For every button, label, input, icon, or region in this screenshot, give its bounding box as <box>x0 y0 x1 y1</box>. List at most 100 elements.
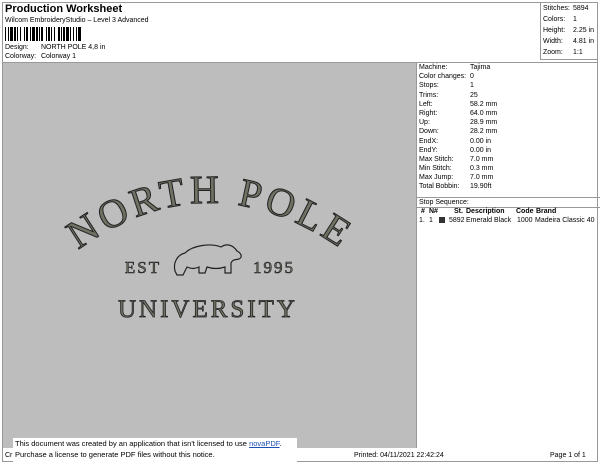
printed-date: Printed: 04/11/2021 22:42:24 <box>354 452 444 459</box>
barcode-bar <box>54 27 55 41</box>
machine-info-row: EndY: 0.00 in <box>417 146 598 155</box>
barcode-bar <box>20 27 21 41</box>
notice-text: This document was created by an applicat… <box>15 439 250 448</box>
row-description: Emerald Black <box>466 217 512 224</box>
col-num: N# <box>429 208 438 215</box>
stop-sequence-title: Stop Sequence: <box>417 197 600 208</box>
machine-info-row: EndX: 0.00 in <box>417 137 598 146</box>
col-code: Code <box>516 208 534 215</box>
machine-info-value: 58.2 mm <box>470 100 498 108</box>
machine-info-value: 1 <box>470 82 474 90</box>
barcode-bar <box>51 27 52 41</box>
machine-info-value: 0.00 in <box>470 146 492 154</box>
stitches-value: 5894 <box>573 5 589 12</box>
colors-label: Colors: <box>543 16 566 23</box>
design-est-text: EST <box>125 258 161 277</box>
barcode-bar <box>36 27 38 41</box>
height-value: 2.25 in <box>573 27 595 34</box>
design-value: NORTH POLE 4,8 in <box>40 44 106 51</box>
row-num: 1 <box>429 217 433 224</box>
footer-left: Cr <box>5 452 13 459</box>
barcode-bar <box>14 27 16 41</box>
machine-info-value: 7.0 mm <box>470 155 494 163</box>
machine-info-row: Right: 64.0 mm <box>417 109 598 118</box>
machine-info-label: Down: <box>419 128 439 136</box>
machine-info-row: Stops: 1 <box>417 81 598 90</box>
zoom-value: 1:1 <box>573 49 583 56</box>
machine-info-row: Machine: Tajima <box>417 63 598 72</box>
barcode-bar <box>30 27 31 41</box>
polar-bear-icon <box>173 244 242 276</box>
machine-info-row: Up: 28.9 mm <box>417 118 598 127</box>
page-title: Production Worksheet <box>5 3 123 15</box>
notice-period: . <box>279 439 282 448</box>
height-row: Height: 2.25 in <box>543 25 596 36</box>
barcode-bar <box>41 27 43 41</box>
colorway-value: Colorway 1 <box>40 53 76 60</box>
barcode-bar <box>10 27 13 41</box>
novapdf-link[interactable]: novaPDF <box>249 439 279 448</box>
row-brand: Madeira Classic 40 <box>535 217 595 224</box>
machine-info-value: 0.00 in <box>470 137 492 145</box>
machine-info-value: 28.9 mm <box>470 119 498 127</box>
barcode-bar <box>58 27 60 41</box>
row-code: 1000 <box>517 217 533 224</box>
width-label: Width: <box>543 38 563 45</box>
barcode-bar <box>32 27 35 41</box>
machine-info-label: Left: <box>419 100 433 108</box>
machine-info-row: Color changes: 0 <box>417 72 598 81</box>
machine-info-row: Total Bobbin: 19.90ft <box>417 182 598 191</box>
row-st: 5892 <box>449 217 465 224</box>
stitches-label: Stitches: <box>543 5 570 12</box>
machine-info-label: Stops: <box>419 82 439 90</box>
width-value: 4.81 in <box>573 38 595 45</box>
design-university-text: UNIVERSITY <box>118 296 298 323</box>
machine-info-label: Max Jump: <box>419 174 454 182</box>
design-artwork: NORTH POLE EST 1995 UNIVERSITY <box>58 166 359 323</box>
machine-info-value: 7.0 mm <box>470 174 494 182</box>
stats-box: Stitches: 5894 Colors: 1 Height: 2.25 in Wi… <box>540 2 598 60</box>
width-row: Width: 4.81 in <box>543 36 596 47</box>
zoom-label: Zoom: <box>543 49 563 56</box>
col-description: Description <box>466 208 505 215</box>
machine-info-value: 28.2 mm <box>470 128 498 136</box>
col-brand: Brand <box>536 208 557 215</box>
design-label: Design: <box>5 44 29 51</box>
machine-info-value: 25 <box>470 91 478 99</box>
barcode-bar <box>48 27 50 41</box>
barcode-bar <box>61 27 62 41</box>
barcode-bar <box>24 27 25 41</box>
barcode-bar <box>73 27 74 41</box>
barcode-bar <box>17 27 18 41</box>
barcode-bar <box>78 27 81 41</box>
notice-line2: Purchase a license to generate PDF files… <box>15 450 215 459</box>
barcode-bar <box>76 27 77 41</box>
barcode-bar <box>46 27 47 41</box>
machine-info-row: Max Stitch: 7.0 mm <box>417 155 598 164</box>
machine-info-label: EndX: <box>419 137 439 145</box>
machine-info-value: 64.0 mm <box>470 109 498 117</box>
col-st: St. <box>454 208 463 215</box>
page-number: Page 1 of 1 <box>550 452 586 459</box>
machine-info-label: Machine: <box>419 64 448 71</box>
machine-info-value: Tajima <box>470 64 491 71</box>
machine-info-label: EndY: <box>419 146 438 154</box>
barcode-bar <box>66 27 69 41</box>
machine-info-label: Min Stitch: <box>419 165 452 173</box>
machine-info-label: Up: <box>419 119 430 127</box>
design-preview: NORTH POLE EST 1995 UNIVERSITY <box>3 63 417 448</box>
barcode-bar <box>8 27 9 41</box>
machine-info-value: 19.90ft <box>470 183 492 191</box>
machine-info-label: Max Stitch: <box>419 155 454 163</box>
machine-info-label: Color changes: <box>419 73 467 81</box>
barcode-bar <box>5 27 6 41</box>
colors-row: Colors: 1 <box>543 14 596 25</box>
barcode-bar <box>26 27 28 41</box>
license-notice: This document was created by an applicat… <box>13 438 297 462</box>
barcode-bar <box>63 27 65 41</box>
colorway-label: Colorway: <box>5 53 37 60</box>
height-label: Height: <box>543 27 566 34</box>
machine-info-row: Min Stitch: 0.3 mm <box>417 164 598 173</box>
machine-info-row: Left: 58.2 mm <box>417 100 598 109</box>
machine-info-label: Right: <box>419 109 438 117</box>
